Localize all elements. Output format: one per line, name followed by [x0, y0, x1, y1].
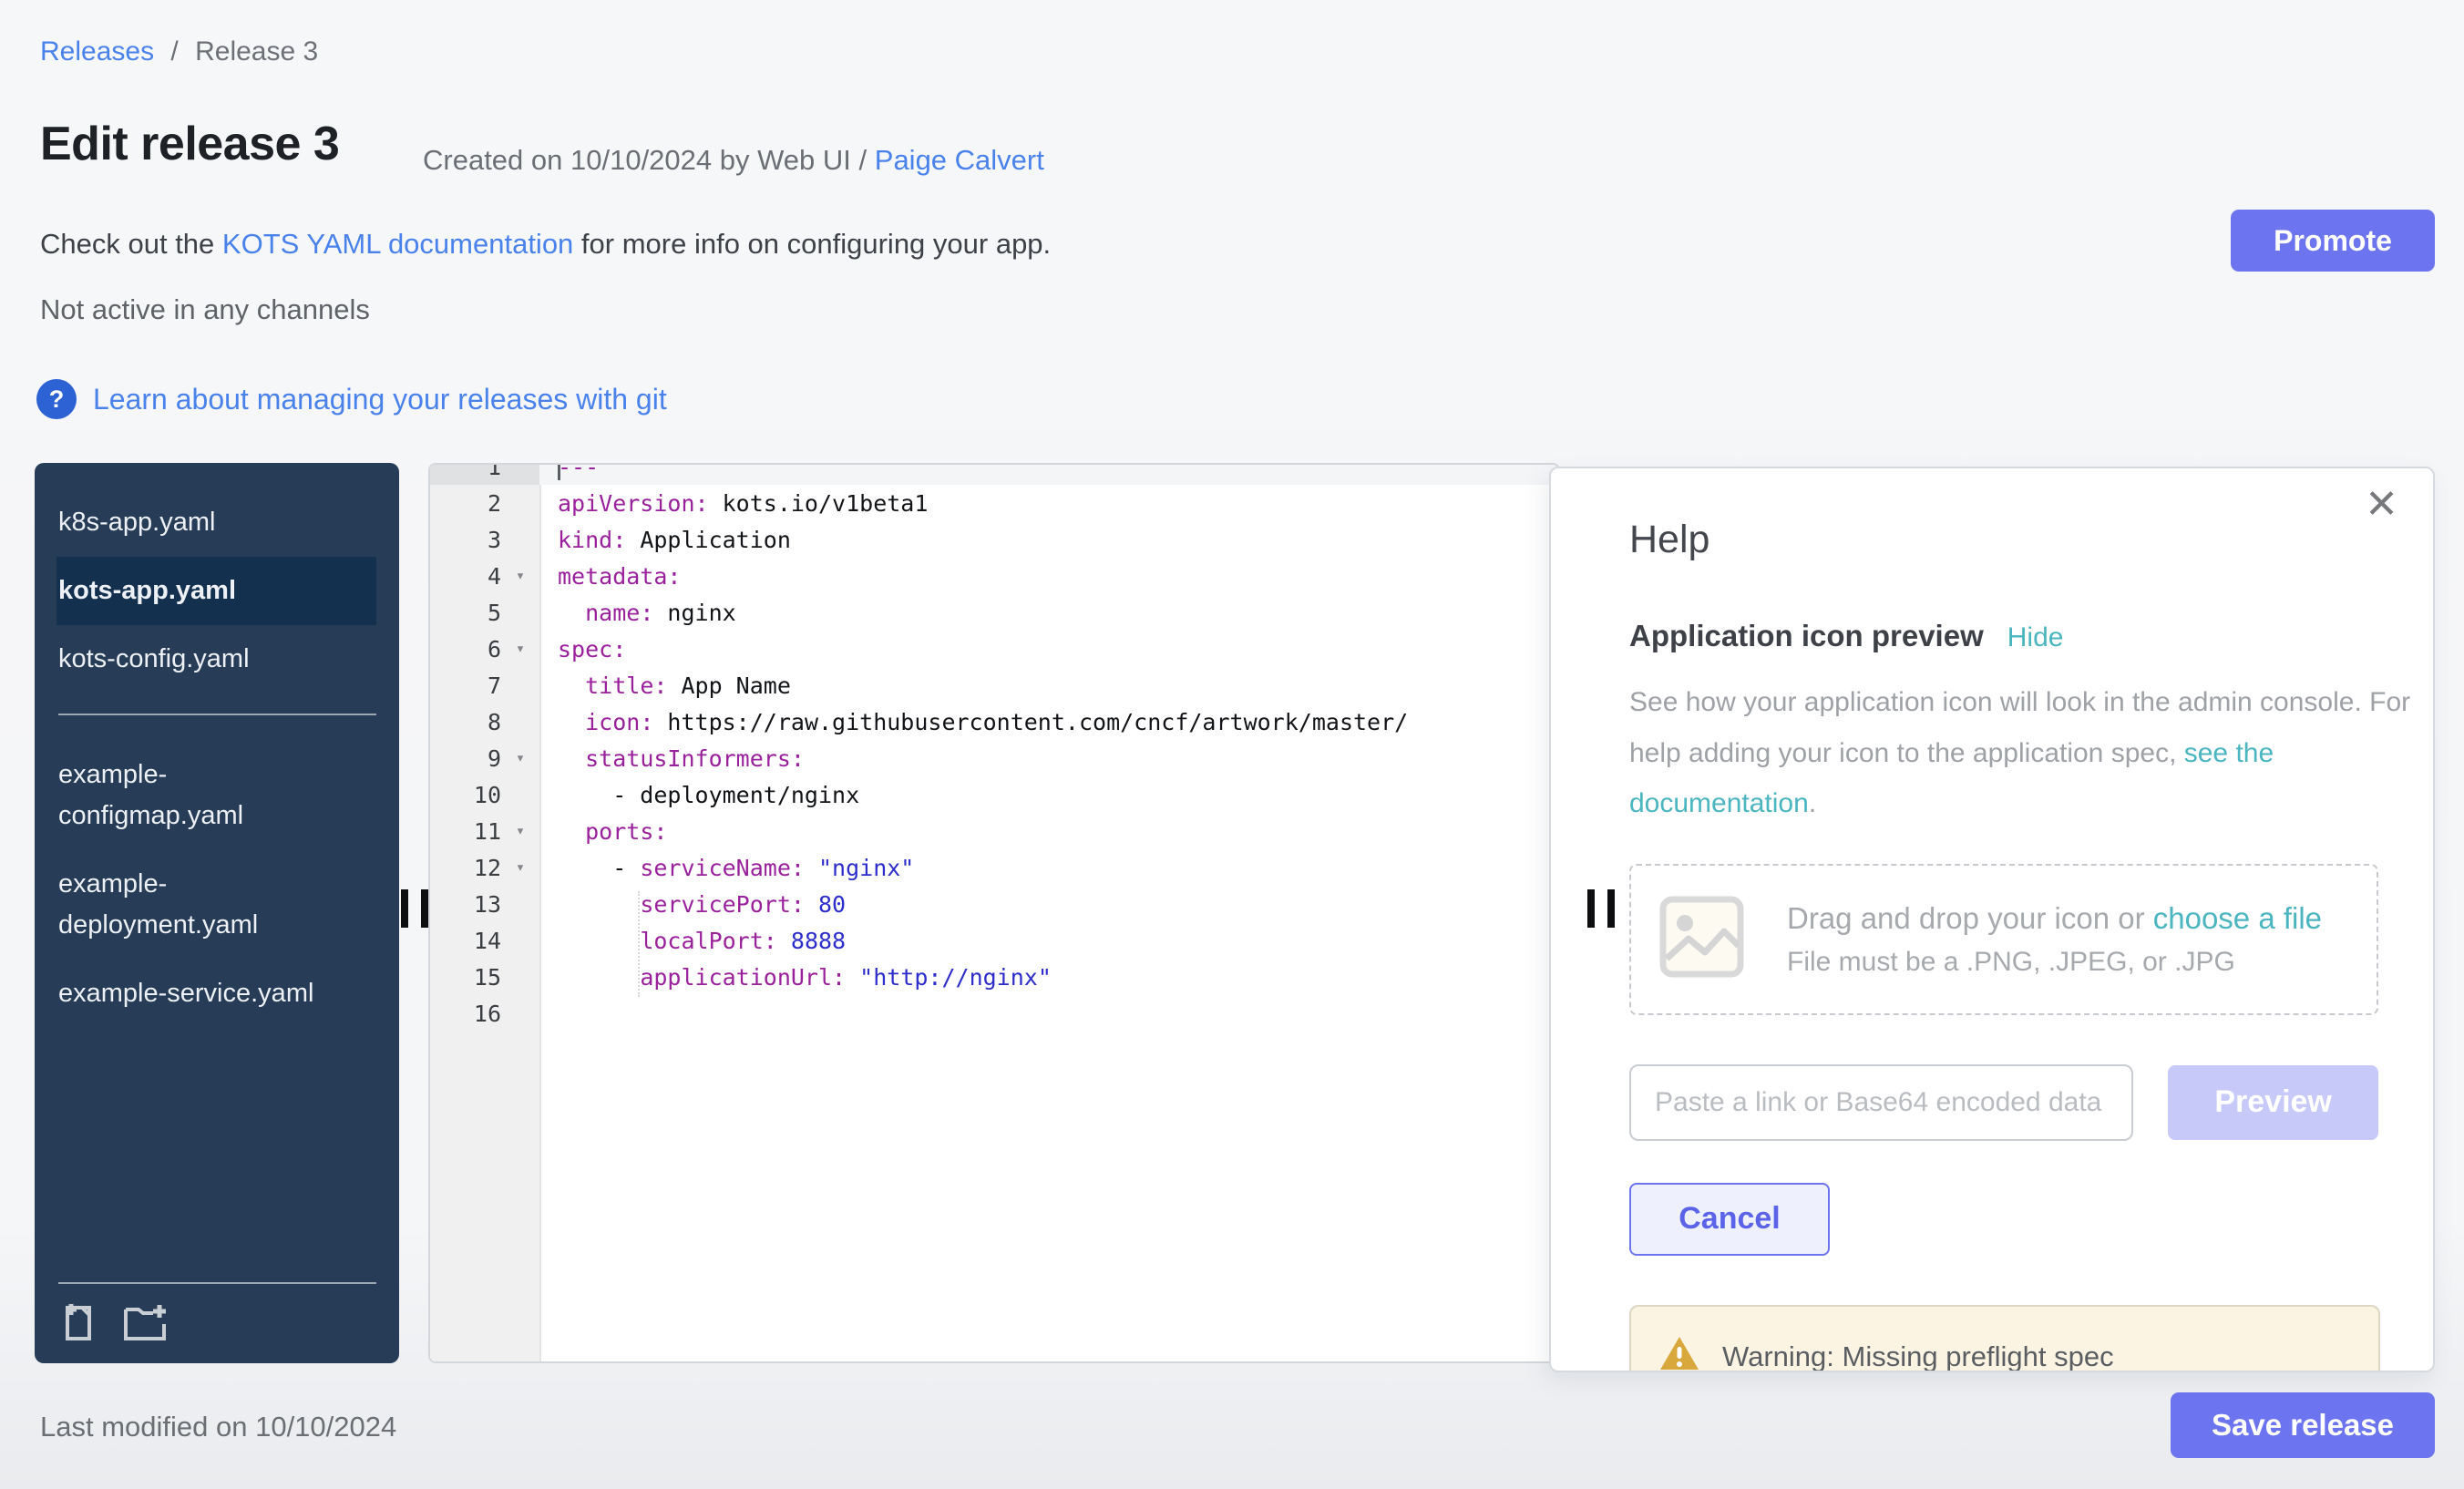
yaml-code-editor[interactable]: 1---2apiVersion: kots.io/v1beta13kind: A… — [428, 463, 1560, 1363]
help-title: Help — [1629, 518, 2378, 562]
breadcrumb-releases-link[interactable]: Releases — [40, 36, 154, 67]
line-number: 6 — [430, 636, 501, 662]
docs-text-pre: Check out the — [40, 228, 222, 260]
code-line[interactable]: 9▾ statusInformers: — [430, 740, 1558, 776]
preview-button[interactable]: Preview — [2168, 1065, 2378, 1140]
resize-bar — [1607, 889, 1615, 928]
file-item[interactable]: example-configmap.yaml — [35, 741, 399, 850]
breadcrumb-current: Release 3 — [195, 36, 318, 67]
page-title: Edit release 3 — [40, 117, 339, 171]
line-number: 12 — [430, 855, 501, 881]
file-item-selected[interactable]: kots-app.yaml — [56, 557, 376, 625]
resize-bar — [1587, 889, 1595, 928]
channel-status: Not active in any channels — [40, 293, 370, 326]
icon-preview-description: See how your application icon will look … — [1629, 677, 2431, 829]
description-period: . — [1809, 788, 1816, 818]
docs-line: Check out the KOTS YAML documentation fo… — [40, 228, 1051, 261]
icon-drop-zone[interactable]: Drag and drop your icon or choose a file… — [1629, 864, 2378, 1015]
author-link[interactable]: Paige Calvert — [875, 144, 1044, 176]
new-file-icon[interactable] — [58, 1300, 98, 1347]
kots-yaml-docs-link[interactable]: KOTS YAML documentation — [222, 228, 573, 260]
drop-zone-label: Drag and drop your icon or choose a file — [1787, 901, 2322, 936]
code-line[interactable]: 14 localPort: 8888 — [430, 922, 1558, 959]
created-text: Created on 10/10/2024 by Web UI / — [423, 144, 867, 176]
code-line[interactable]: 8 icon: https://raw.githubusercontent.co… — [430, 703, 1558, 740]
hide-link[interactable]: Hide — [2007, 622, 2064, 653]
line-number: 1 — [430, 463, 501, 480]
docs-text-post: for more info on configuring your app. — [573, 228, 1051, 260]
line-number: 8 — [430, 709, 501, 735]
file-item[interactable]: example-service.yaml — [35, 960, 399, 1028]
close-icon[interactable]: ✕ — [2365, 485, 2398, 525]
code-line[interactable]: 7 title: App Name — [430, 667, 1558, 703]
file-tree-panel: k8s-app.yamlkots-app.yamlkots-config.yam… — [35, 463, 399, 1363]
git-releases-link[interactable]: Learn about managing your releases with … — [93, 383, 667, 416]
code-line[interactable]: 2apiVersion: kots.io/v1beta1 — [430, 485, 1558, 521]
new-folder-icon[interactable] — [122, 1300, 168, 1347]
image-placeholder-icon — [1658, 895, 1745, 983]
sidebar-footer — [58, 1282, 376, 1347]
preflight-warning-box: Warning: Missing preflight spec Warning … — [1629, 1305, 2380, 1373]
code-line[interactable]: 5 name: nginx — [430, 594, 1558, 631]
code-line[interactable]: 11▾ ports: — [430, 813, 1558, 849]
line-number: 13 — [430, 891, 501, 918]
created-info: Created on 10/10/2024 by Web UI / Paige … — [423, 144, 1044, 177]
line-number: 16 — [430, 1001, 501, 1027]
choose-file-link[interactable]: choose a file — [2153, 901, 2322, 935]
indent-guide — [638, 891, 640, 997]
promote-button[interactable]: Promote — [2231, 210, 2435, 272]
pane-resize-handle-left[interactable] — [401, 889, 428, 928]
question-icon: ? — [36, 379, 77, 419]
line-number: 4 — [430, 563, 501, 590]
file-item[interactable]: kots-config.yaml — [35, 625, 399, 693]
code-line[interactable]: 10 - deployment/nginx — [430, 776, 1558, 813]
file-type-hint: File must be a .PNG, .JPEG, or .JPG — [1787, 947, 2322, 978]
pane-resize-handle-right[interactable] — [1587, 889, 1615, 928]
help-panel: ✕ Help Application icon preview Hide See… — [1549, 467, 2435, 1372]
icon-preview-title: Application icon preview — [1629, 619, 1984, 653]
last-modified-text: Last modified on 10/10/2024 — [40, 1411, 396, 1443]
line-number: 7 — [430, 673, 501, 699]
resize-bar — [401, 889, 408, 928]
line-number: 3 — [430, 527, 501, 553]
save-release-button[interactable]: Save release — [2171, 1392, 2435, 1458]
file-list: k8s-app.yamlkots-app.yamlkots-config.yam… — [35, 488, 399, 1028]
file-item[interactable]: k8s-app.yaml — [35, 488, 399, 557]
breadcrumb-separator: / — [170, 36, 178, 67]
code-line[interactable]: 1--- — [430, 463, 1558, 485]
sidebar-footer-divider — [58, 1282, 376, 1284]
line-number: 11 — [430, 818, 501, 845]
line-number: 2 — [430, 490, 501, 517]
line-number: 15 — [430, 964, 501, 991]
cancel-button[interactable]: Cancel — [1629, 1183, 1830, 1256]
line-number: 10 — [430, 782, 501, 808]
fold-toggle-icon[interactable]: ▾ — [501, 749, 539, 767]
fold-toggle-icon[interactable]: ▾ — [501, 567, 539, 585]
code-line[interactable]: 12▾ - serviceName: "nginx" — [430, 849, 1558, 886]
resize-bar — [421, 889, 428, 928]
fold-toggle-icon[interactable]: ▾ — [501, 640, 539, 658]
line-number: 9 — [430, 745, 501, 772]
code-line[interactable]: 3kind: Application — [430, 521, 1558, 558]
warning-title: Warning: Missing preflight spec — [1722, 1340, 2114, 1373]
code-line[interactable]: 13 servicePort: 80 — [430, 886, 1558, 922]
git-help-row[interactable]: ? Learn about managing your releases wit… — [36, 379, 667, 419]
file-item[interactable]: example-deployment.yaml — [35, 850, 399, 960]
breadcrumb: Releases / Release 3 — [40, 36, 318, 67]
icon-url-input[interactable] — [1629, 1064, 2133, 1141]
drop-text: Drag and drop your icon or — [1787, 901, 2153, 935]
code-rows: 1---2apiVersion: kots.io/v1beta13kind: A… — [430, 463, 1558, 1032]
code-line[interactable]: 15 applicationUrl: "http://nginx" — [430, 959, 1558, 995]
code-line[interactable]: 4▾metadata: — [430, 558, 1558, 594]
description-text: See how your application icon will look … — [1629, 687, 2410, 768]
code-line[interactable]: 6▾spec: — [430, 631, 1558, 667]
edit-release-page: Releases / Release 3 Edit release 3 Crea… — [0, 0, 2464, 1489]
code-line[interactable]: 16 — [430, 995, 1558, 1032]
line-number: 14 — [430, 928, 501, 954]
line-number: 5 — [430, 600, 501, 626]
fold-toggle-icon[interactable]: ▾ — [501, 822, 539, 840]
fold-toggle-icon[interactable]: ▾ — [501, 858, 539, 877]
sidebar-divider — [58, 714, 376, 715]
warning-icon — [1658, 1334, 1700, 1373]
